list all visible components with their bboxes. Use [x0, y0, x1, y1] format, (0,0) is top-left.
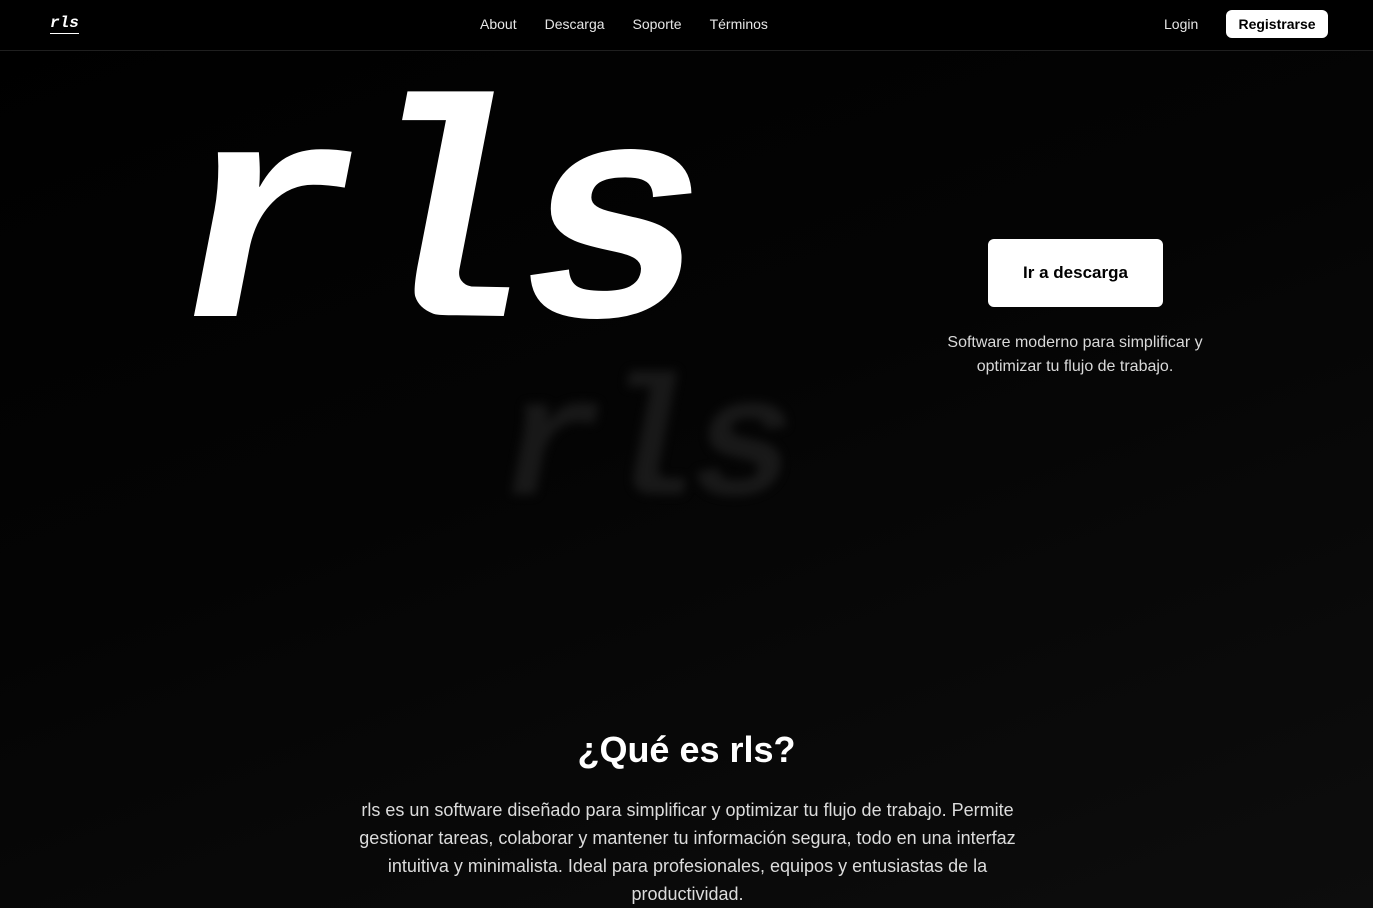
- register-button[interactable]: Registrarse: [1226, 10, 1328, 38]
- about-title: ¿Qué es rls?: [577, 729, 796, 770]
- nav-link-terminos[interactable]: Términos: [710, 16, 768, 33]
- hero-tagline: Software moderno para simplificar y opti…: [947, 334, 1203, 375]
- logo-link[interactable]: rls: [50, 14, 79, 34]
- about-description: rls es un software diseñado para simplif…: [359, 800, 1016, 904]
- login-link[interactable]: Login: [1164, 16, 1198, 33]
- go-to-download-button[interactable]: Ir a descarga: [988, 239, 1163, 307]
- hero-wordmark: rls: [172, 59, 706, 410]
- nav-link-soporte[interactable]: Soporte: [633, 16, 682, 33]
- nav-link-about[interactable]: About: [480, 16, 517, 33]
- top-navbar: rls About Descarga Soporte Términos Logi…: [0, 0, 1373, 51]
- nav-links: About Descarga Soporte Términos: [480, 16, 768, 33]
- landing-page: rls About Descarga Soporte Términos Logi…: [0, 0, 1373, 908]
- nav-link-descarga[interactable]: Descarga: [545, 16, 605, 33]
